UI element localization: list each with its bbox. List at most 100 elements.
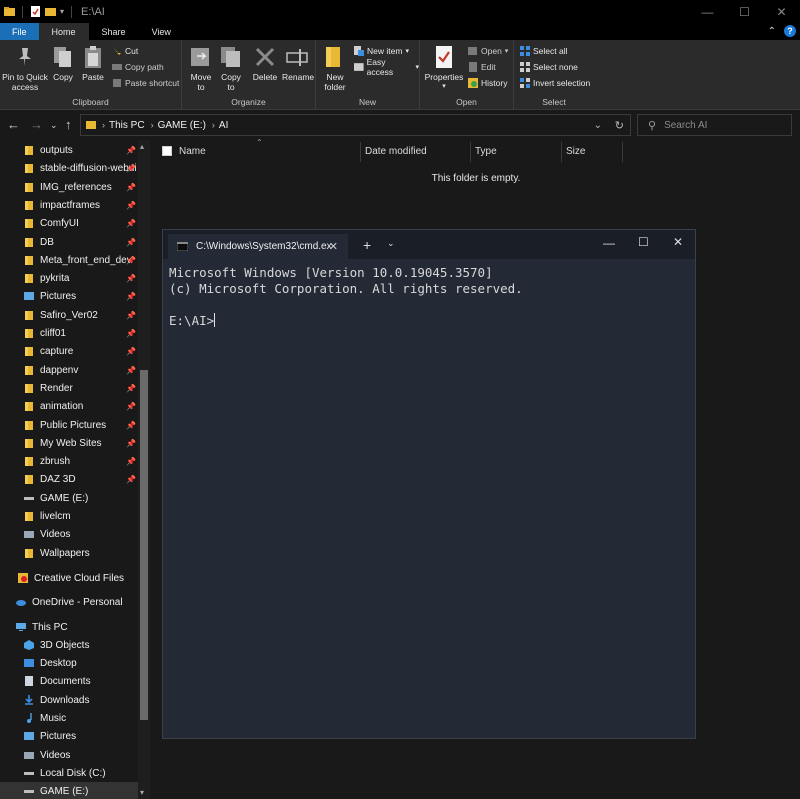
breadcrumb-separator-icon[interactable]: › xyxy=(151,120,154,130)
terminal-close-button[interactable]: ✕ xyxy=(673,235,683,249)
copy-path-button[interactable]: Copy path xyxy=(112,60,164,74)
address-bar[interactable]: › This PC › GAME (E:) › AI ⌄ ↻ xyxy=(80,114,631,136)
sidebar-item[interactable]: Meta_front_end_dev 📌 xyxy=(0,251,138,269)
sidebar-item[interactable]: Wallpapers xyxy=(0,544,138,562)
rename-button[interactable]: Rename xyxy=(282,44,314,82)
pin-to-quick-access-button[interactable]: Pin to Quick access xyxy=(2,44,48,92)
invert-selection-button[interactable]: Invert selection xyxy=(520,76,590,90)
tab-share[interactable]: Share xyxy=(89,23,139,40)
sidebar-item[interactable]: 3D Objects xyxy=(0,636,138,654)
sidebar-item[interactable]: Videos xyxy=(0,746,138,764)
select-all-button[interactable]: Select all xyxy=(520,44,568,58)
sidebar-item[interactable]: stable-diffusion-webui 📌 xyxy=(0,159,138,177)
breadcrumb-game-drive[interactable]: GAME (E:) xyxy=(158,120,206,131)
forward-arrow-icon[interactable]: → xyxy=(30,117,43,132)
refresh-icon[interactable]: ↻ xyxy=(615,119,624,132)
properties-icon[interactable] xyxy=(30,6,41,17)
copy-to-button[interactable]: Copy to xyxy=(218,44,244,92)
terminal-output[interactable]: Microsoft Windows [Version 10.0.19045.35… xyxy=(169,265,523,329)
sidebar-item[interactable]: outputs 📌 xyxy=(0,141,138,159)
column-divider[interactable] xyxy=(622,142,623,162)
select-all-checkbox[interactable] xyxy=(162,146,172,156)
column-header-type[interactable]: Type xyxy=(475,142,497,160)
tab-home[interactable]: Home xyxy=(38,23,89,40)
sidebar-item[interactable]: impactframes 📌 xyxy=(0,196,138,214)
terminal-tab[interactable]: C:\Windows\System32\cmd.ex ✕ xyxy=(168,234,348,259)
breadcrumb-ai[interactable]: AI xyxy=(219,120,228,131)
column-header-date-modified[interactable]: Date modified xyxy=(365,142,427,160)
tab-dropdown-chevron-icon[interactable]: ⌄ xyxy=(387,238,395,249)
customize-qat-chevron-icon[interactable]: ▾ xyxy=(60,7,64,16)
sidebar-item-creative-cloud[interactable]: Creative Cloud Files xyxy=(0,569,138,587)
new-item-button[interactable]: New item ▾ xyxy=(354,44,409,58)
sidebar-item[interactable]: GAME (E:) xyxy=(0,782,138,799)
minimize-button[interactable]: — xyxy=(689,0,726,23)
column-divider[interactable] xyxy=(561,142,562,162)
sidebar-item[interactable]: Public Pictures 📌 xyxy=(0,416,138,434)
new-tab-plus-icon[interactable]: + xyxy=(363,237,371,253)
address-history-chevron-icon[interactable]: ⌄ xyxy=(594,120,602,131)
sidebar-item[interactable]: IMG_references 📌 xyxy=(0,178,138,196)
column-header-name[interactable]: Name xyxy=(179,142,206,160)
sidebar-item[interactable]: Desktop xyxy=(0,654,138,672)
maximize-button[interactable]: ☐ xyxy=(726,0,763,23)
terminal-minimize-button[interactable]: — xyxy=(603,236,615,250)
edit-button[interactable]: Edit xyxy=(468,60,496,74)
history-button[interactable]: History xyxy=(468,76,507,90)
sidebar-item[interactable]: Downloads xyxy=(0,691,138,709)
column-header-size[interactable]: Size xyxy=(566,142,585,160)
sidebar-item[interactable]: Safiro_Ver02 📌 xyxy=(0,306,138,324)
copy-button[interactable]: Copy xyxy=(50,44,76,82)
select-none-button[interactable]: Select none xyxy=(520,60,578,74)
sidebar-item[interactable]: cliff01 📌 xyxy=(0,324,138,342)
sidebar-item[interactable]: DAZ 3D 📌 xyxy=(0,470,138,488)
column-divider[interactable] xyxy=(360,142,361,162)
sidebar-item[interactable]: ComfyUI 📌 xyxy=(0,214,138,232)
paste-button[interactable]: Paste xyxy=(80,44,106,82)
recent-locations-chevron-icon[interactable]: ⌄ xyxy=(50,120,58,131)
sidebar-item[interactable]: Pictures 📌 xyxy=(0,287,138,305)
help-icon[interactable]: ? xyxy=(784,25,796,37)
sidebar-item[interactable]: animation 📌 xyxy=(0,397,138,415)
navigation-scrollbar[interactable]: ▴ ▾ xyxy=(138,140,150,799)
sidebar-item[interactable]: DB 📌 xyxy=(0,233,138,251)
terminal-titlebar[interactable]: C:\Windows\System32\cmd.ex ✕ + ⌄ — ☐ ✕ xyxy=(163,230,695,259)
tab-view[interactable]: View xyxy=(139,23,184,40)
back-arrow-icon[interactable]: ← xyxy=(7,117,20,132)
sidebar-item[interactable]: zbrush 📌 xyxy=(0,452,138,470)
column-divider[interactable] xyxy=(470,142,471,162)
paste-shortcut-button[interactable]: Paste shortcut xyxy=(112,76,179,90)
sidebar-item[interactable]: My Web Sites 📌 xyxy=(0,434,138,452)
sidebar-item-this-pc[interactable]: This PC xyxy=(0,618,138,636)
open-button[interactable]: Open ▾ xyxy=(468,44,508,58)
sidebar-item[interactable]: capture 📌 xyxy=(0,342,138,360)
terminal-window[interactable]: C:\Windows\System32\cmd.ex ✕ + ⌄ — ☐ ✕ M… xyxy=(162,229,696,739)
sidebar-item[interactable]: Music xyxy=(0,709,138,727)
new-folder-button[interactable]: New folder xyxy=(320,44,350,92)
tab-file[interactable]: File xyxy=(0,23,39,40)
breadcrumb-separator-icon[interactable]: › xyxy=(212,120,215,130)
delete-button[interactable]: Delete xyxy=(252,44,278,82)
new-folder-icon[interactable] xyxy=(45,6,56,17)
breadcrumb-this-pc[interactable]: This PC xyxy=(109,120,145,131)
close-button[interactable]: ✕ xyxy=(763,0,800,23)
sidebar-item[interactable]: dappenv 📌 xyxy=(0,361,138,379)
search-box[interactable]: ⚲ Search AI xyxy=(637,114,792,136)
sidebar-item[interactable]: GAME (E:) xyxy=(0,489,138,507)
sidebar-item[interactable]: Render 📌 xyxy=(0,379,138,397)
sidebar-item[interactable]: Local Disk (C:) xyxy=(0,764,138,782)
sidebar-item[interactable]: Pictures xyxy=(0,727,138,745)
sidebar-item[interactable]: Documents xyxy=(0,672,138,690)
scroll-down-icon[interactable]: ▾ xyxy=(140,788,144,797)
terminal-prompt-line[interactable]: E:\AI> xyxy=(169,313,523,329)
close-tab-icon[interactable]: ✕ xyxy=(329,240,338,253)
up-arrow-icon[interactable]: ↑ xyxy=(65,117,72,132)
properties-button[interactable]: Properties ▾ xyxy=(424,44,464,92)
sidebar-item-onedrive[interactable]: OneDrive - Personal xyxy=(0,593,138,611)
cut-button[interactable]: Cut xyxy=(112,44,138,58)
collapse-ribbon-chevron-icon[interactable]: ⌃ xyxy=(768,26,776,37)
terminal-maximize-button[interactable]: ☐ xyxy=(638,235,649,249)
scrollbar-thumb[interactable] xyxy=(140,370,148,720)
sidebar-item[interactable]: Videos xyxy=(0,525,138,543)
easy-access-button[interactable]: Easy access ▾ xyxy=(354,57,419,77)
